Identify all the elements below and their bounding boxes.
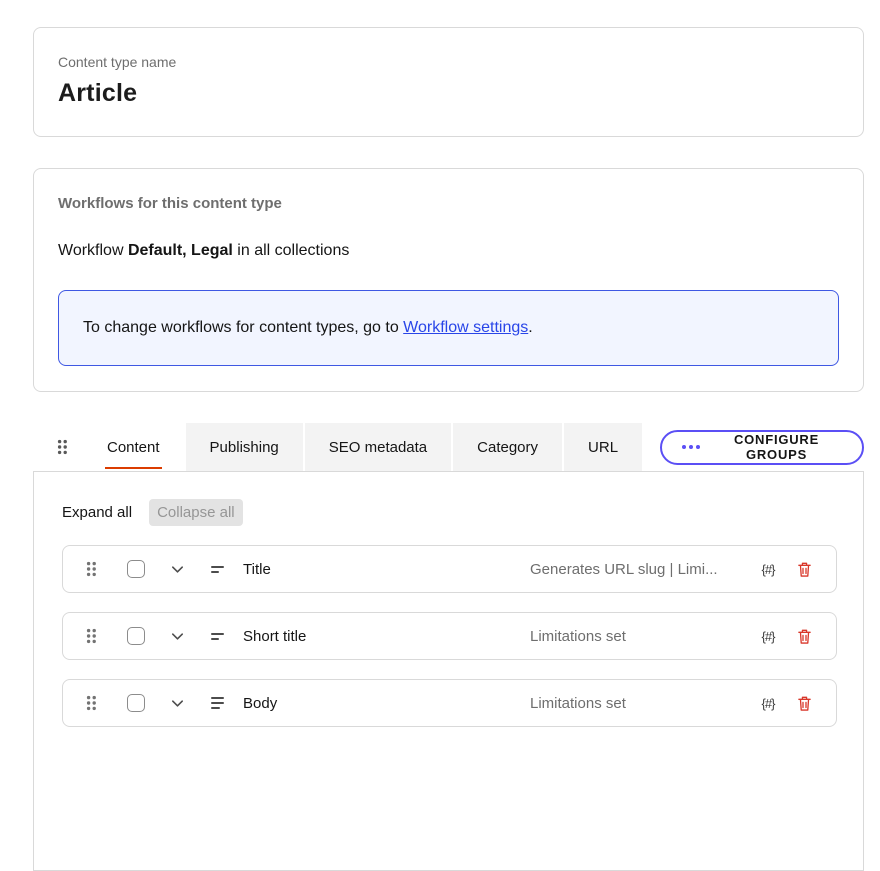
element-name: Title <box>243 561 271 578</box>
tab-url[interactable]: URL <box>564 423 642 471</box>
expand-collapse-bar: Expand all Collapse all <box>62 499 837 526</box>
content-type-name-card: Content type name Article <box>33 27 864 137</box>
content-type-name-label: Content type name <box>58 54 839 70</box>
drag-handle-icon[interactable] <box>86 695 97 711</box>
element-row-body[interactable]: Body Limitations set {#} <box>62 679 837 727</box>
elements-panel: Expand all Collapse all Title Generates … <box>33 471 864 871</box>
content-type-editor: Content type name Article Workflows for … <box>0 0 880 871</box>
workflows-heading: Workflows for this content type <box>58 195 839 212</box>
element-meta: Limitations set <box>530 695 742 712</box>
tab-publishing[interactable]: Publishing <box>186 423 303 471</box>
callout-text-after: . <box>528 319 532 336</box>
content-group-tabs-bar: Content Publishing SEO metadata Category… <box>33 423 864 471</box>
group-drag-handle-icon[interactable] <box>33 439 83 455</box>
delete-element-icon[interactable] <box>797 561 812 578</box>
element-row-short-title[interactable]: Short title Limitations set {#} <box>62 612 837 660</box>
configure-groups-label: CONFIGURE GROUPS <box>711 432 842 462</box>
element-row-title[interactable]: Title Generates URL slug | Limi... {#} <box>62 545 837 593</box>
content-type-name-value: Article <box>58 79 839 108</box>
element-meta: Limitations set <box>530 628 742 645</box>
workflow-settings-callout: To change workflows for content types, g… <box>58 290 839 366</box>
text-element-icon <box>211 633 226 640</box>
limitations-icon: {#} <box>754 629 782 644</box>
tab-seo-metadata[interactable]: SEO metadata <box>305 423 451 471</box>
workflow-summary-suffix: in all collections <box>233 242 350 259</box>
group-tabs: Content Publishing SEO metadata Category… <box>83 423 642 471</box>
collapse-all-button[interactable]: Collapse all <box>149 499 243 526</box>
callout-text-before: To change workflows for content types, g… <box>83 319 403 336</box>
workflow-settings-link[interactable]: Workflow settings <box>403 319 528 336</box>
text-element-icon <box>211 566 226 573</box>
limitations-icon: {#} <box>754 562 782 577</box>
element-name: Short title <box>243 628 306 645</box>
chevron-down-icon[interactable] <box>170 629 185 644</box>
element-checkbox[interactable] <box>127 560 145 578</box>
workflow-summary: Workflow Default, Legal in all collectio… <box>58 242 839 260</box>
chevron-down-icon[interactable] <box>170 696 185 711</box>
chevron-down-icon[interactable] <box>170 562 185 577</box>
delete-element-icon[interactable] <box>797 695 812 712</box>
workflow-names: Default, Legal <box>128 242 233 259</box>
element-meta: Generates URL slug | Limi... <box>530 561 742 578</box>
delete-element-icon[interactable] <box>797 628 812 645</box>
workflows-card: Workflows for this content type Workflow… <box>33 168 864 392</box>
expand-all-button[interactable]: Expand all <box>62 504 132 521</box>
element-name: Body <box>243 695 277 712</box>
element-checkbox[interactable] <box>127 694 145 712</box>
workflow-summary-prefix: Workflow <box>58 242 128 259</box>
ellipsis-icon <box>682 445 700 449</box>
rich-text-element-icon <box>211 697 226 709</box>
drag-handle-icon[interactable] <box>86 628 97 644</box>
drag-handle-icon[interactable] <box>86 561 97 577</box>
limitations-icon: {#} <box>754 696 782 711</box>
tab-category[interactable]: Category <box>453 423 562 471</box>
configure-groups-button[interactable]: CONFIGURE GROUPS <box>660 430 864 465</box>
element-checkbox[interactable] <box>127 627 145 645</box>
tab-content[interactable]: Content <box>83 423 184 471</box>
